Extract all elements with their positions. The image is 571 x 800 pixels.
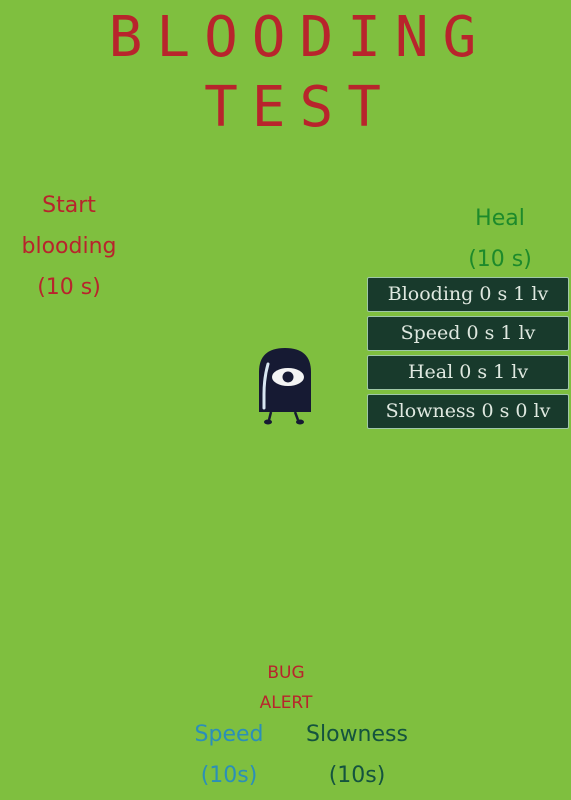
start-blooding-button[interactable]: Start blooding (10 s) <box>0 185 138 308</box>
start-blooding-label-1: Start <box>42 193 96 218</box>
speed-button[interactable]: Speed (10s) <box>175 714 283 796</box>
bug-alert-button[interactable]: BUG ALERT <box>236 658 336 718</box>
speed-label-2: (10s) <box>200 763 258 788</box>
status-slowness: Slowness 0 s 0 lv <box>367 394 569 429</box>
heal-button[interactable]: Heal (10 s) <box>430 198 570 280</box>
status-heal: Heal 0 s 1 lv <box>367 355 569 390</box>
bug-alert-label-1: BUG <box>267 663 305 683</box>
status-speed: Speed 0 s 1 lv <box>367 316 569 351</box>
speed-label-1: Speed <box>194 722 264 747</box>
heal-label-2: (10 s) <box>468 247 532 272</box>
slowness-label-1: Slowness <box>306 722 408 747</box>
status-blooding: Blooding 0 s 1 lv <box>367 277 569 312</box>
game-title-line-1: BLOODING <box>108 5 491 70</box>
game-title-line-2: TEST <box>204 75 395 140</box>
slowness-label-2: (10s) <box>328 763 386 788</box>
status-effects-panel: Blooding 0 s 1 lv Speed 0 s 1 lv Heal 0 … <box>367 277 569 433</box>
slowness-button[interactable]: Slowness (10s) <box>290 714 424 796</box>
start-blooding-label-3: (10 s) <box>37 275 101 300</box>
start-blooding-label-2: blooding <box>21 234 117 259</box>
player-character-icon[interactable] <box>255 346 315 428</box>
heal-label-1: Heal <box>475 206 525 231</box>
